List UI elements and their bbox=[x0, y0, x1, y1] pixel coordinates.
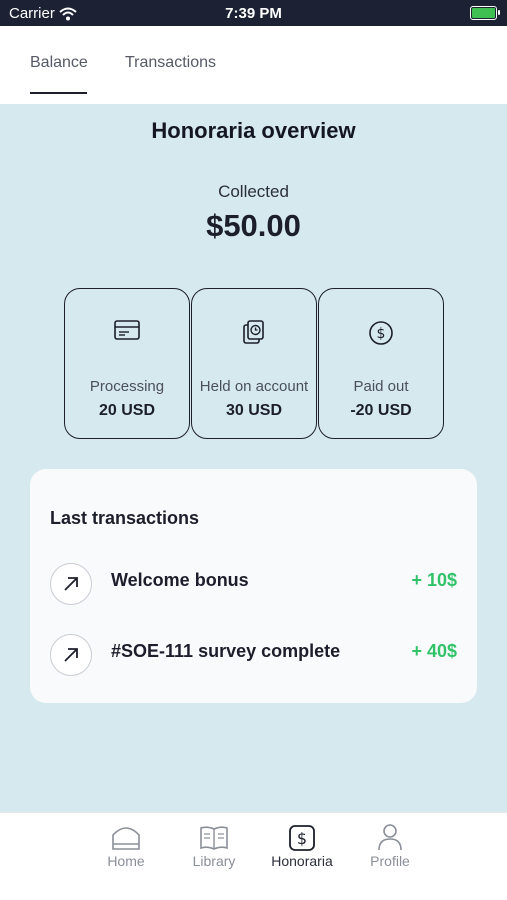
nav-label: Home bbox=[107, 853, 145, 869]
tab-balance[interactable]: Balance bbox=[30, 54, 88, 72]
profile-icon bbox=[350, 823, 430, 851]
transaction-name: Welcome bonus bbox=[111, 570, 249, 590]
stat-card-processing[interactable]: Processing 20 USD bbox=[64, 288, 190, 439]
home-icon bbox=[86, 823, 166, 851]
arrow-up-right-icon bbox=[50, 563, 92, 605]
stat-label: Held on account bbox=[199, 378, 309, 395]
tab-transactions[interactable]: Transactions bbox=[125, 54, 216, 72]
nav-label: Library bbox=[192, 853, 236, 869]
stat-card-paid-out[interactable]: $ Paid out -20 USD bbox=[318, 288, 444, 439]
card-icon bbox=[65, 320, 189, 340]
dollar-icon: $ bbox=[262, 823, 342, 851]
stat-label: Paid out bbox=[353, 378, 409, 395]
nav-item-honoraria[interactable]: $ Honoraria bbox=[262, 823, 342, 869]
stat-value: -20 USD bbox=[350, 402, 412, 419]
top-tab-bar: Balance Transactions bbox=[0, 26, 507, 104]
svg-text:$: $ bbox=[297, 829, 307, 848]
transaction-amount: + 10$ bbox=[411, 570, 457, 590]
status-bar: Carrier 7:39 PM bbox=[0, 0, 507, 26]
balance-content: Honoraria overview Collected $50.00 Proc… bbox=[0, 104, 507, 812]
transaction-row[interactable]: #SOE-111 survey complete + 40$ bbox=[30, 632, 477, 676]
collected-amount: $50.00 bbox=[206, 208, 301, 243]
page-title: Honoraria overview bbox=[151, 118, 356, 143]
nav-item-profile[interactable]: Profile bbox=[350, 823, 430, 869]
last-transactions-card: Last transactions Welcome bonus + 10$ #S… bbox=[30, 469, 477, 703]
collected-label: Collected bbox=[218, 182, 289, 201]
stat-value: 30 USD bbox=[225, 402, 283, 419]
active-tab-indicator bbox=[30, 92, 87, 94]
arrow-up-right-icon bbox=[50, 634, 92, 676]
nav-item-library[interactable]: Library bbox=[174, 823, 254, 869]
transaction-amount: + 40$ bbox=[411, 641, 457, 661]
library-icon bbox=[174, 823, 254, 851]
stat-value: 20 USD bbox=[98, 402, 156, 419]
last-transactions-heading: Last transactions bbox=[50, 508, 200, 528]
transaction-row[interactable]: Welcome bonus + 10$ bbox=[30, 561, 477, 605]
svg-text:$: $ bbox=[377, 326, 386, 342]
clock: 7:39 PM bbox=[225, 5, 282, 22]
stat-card-held-on-account[interactable]: Held on account 30 USD bbox=[191, 288, 317, 439]
nav-label: Honoraria bbox=[271, 853, 333, 869]
transaction-name: #SOE-111 survey complete bbox=[111, 641, 341, 661]
nav-label: Profile bbox=[370, 853, 410, 869]
battery-icon bbox=[470, 6, 500, 20]
stat-label: Processing bbox=[89, 378, 165, 395]
documents-clock-icon bbox=[192, 320, 316, 344]
bottom-navigation: Home Library $ Honoraria Profile bbox=[0, 812, 507, 900]
nav-item-home[interactable]: Home bbox=[86, 823, 166, 869]
dollar-coin-icon: $ bbox=[319, 320, 443, 346]
